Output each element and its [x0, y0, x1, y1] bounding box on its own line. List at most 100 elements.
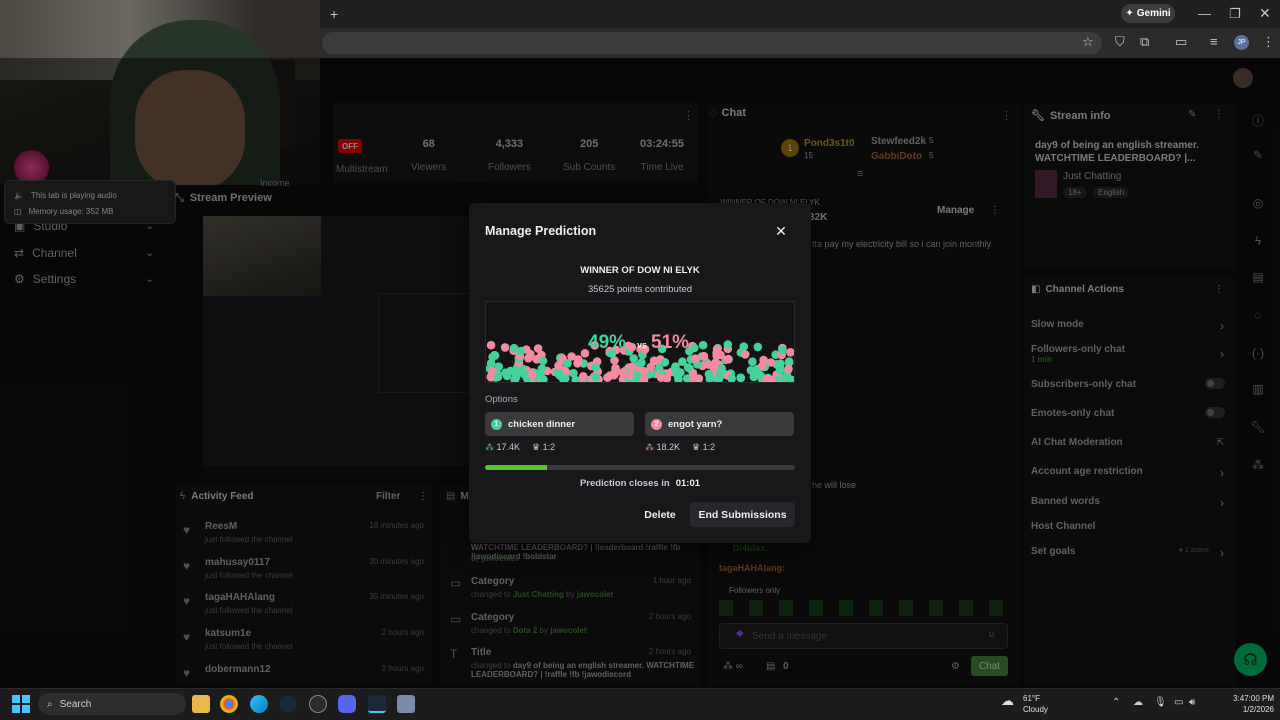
app-icon[interactable]: [309, 695, 327, 713]
prediction-dot: [736, 373, 745, 382]
modal-title: Manage Prediction: [485, 224, 597, 238]
closes-timer: 01:01: [675, 478, 701, 489]
prediction-dot: [633, 371, 642, 380]
prediction-dot: [780, 373, 789, 382]
prediction-dot: [490, 350, 499, 360]
prediction-dot: [537, 364, 547, 373]
prediction-dot: [591, 363, 600, 372]
options-label: Options: [485, 394, 518, 405]
prediction-dot: [784, 357, 794, 366]
option-1-index: 1: [491, 418, 502, 430]
gemini-label: Gemini: [1136, 8, 1171, 19]
prediction-dot: [757, 361, 767, 371]
windows-start-icon[interactable]: [12, 695, 30, 713]
weather-widget[interactable]: ☁ 61°F Cloudy: [1001, 693, 1048, 715]
discord-icon[interactable]: [338, 695, 356, 713]
onedrive-icon[interactable]: ☁: [1133, 697, 1143, 708]
taskbar-clock[interactable]: 3:47:00 PM 1/2/2026: [1200, 693, 1274, 715]
prediction-dot: [563, 359, 572, 368]
prediction-dot: [749, 372, 759, 382]
option-2-label: engot yarn?: [668, 418, 723, 430]
prediction-dot: [762, 374, 771, 382]
prediction-dot: [486, 340, 496, 350]
prediction-dot: [690, 343, 699, 353]
tray-overflow-icon[interactable]: ⌃: [1112, 697, 1120, 708]
points-icon: ⁂: [645, 442, 654, 452]
close-window-icon[interactable]: ✕: [1259, 5, 1271, 22]
file-explorer-icon[interactable]: [192, 695, 210, 713]
minimize-icon[interactable]: —: [1198, 6, 1211, 21]
prediction-dot: [500, 343, 510, 352]
outcome-1-percent: 49%: [588, 332, 627, 353]
maximize-icon[interactable]: ❐: [1229, 6, 1241, 22]
prediction-dot: [506, 366, 515, 376]
cloud-icon: ☁: [1001, 693, 1014, 708]
prediction-dot: [784, 364, 793, 374]
edge-icon[interactable]: [250, 695, 268, 713]
closes-label: Prediction closes in: [579, 478, 670, 489]
network-icon[interactable]: ▭: [1174, 697, 1183, 708]
media-controls-icon[interactable]: ≡: [1210, 34, 1218, 49]
prediction-dot: [649, 356, 659, 365]
prediction-dot: [673, 371, 683, 381]
prediction-question: WINNER OF DOW NI ELYK: [580, 265, 700, 276]
prediction-dot: [723, 340, 733, 349]
option-2-points: 18.2K: [656, 442, 681, 452]
prediction-dot: [716, 350, 725, 360]
prediction-dot: [561, 374, 570, 382]
points-contributed: 35625 points contributed: [587, 284, 693, 295]
steam-icon[interactable]: [279, 695, 297, 713]
prediction-dot: [516, 346, 525, 356]
bookmark-star-icon[interactable]: ☆: [1082, 34, 1094, 50]
close-icon[interactable]: ✕: [774, 223, 788, 239]
prediction-dot: [573, 359, 582, 368]
sparkle-icon: ✦: [1125, 8, 1134, 19]
new-tab-button[interactable]: +: [330, 6, 338, 22]
prediction-dot: [579, 372, 588, 381]
prediction-dot: [698, 340, 708, 350]
prediction-dot: [786, 348, 794, 357]
search-label: Search: [59, 698, 92, 710]
volume-icon[interactable]: 🔊︎: [1189, 697, 1195, 708]
shield-extension-icon[interactable]: ⛉: [1115, 34, 1125, 50]
option-1-stats: ⁂ 17.4K ♛ 1:2: [485, 442, 555, 453]
address-bar[interactable]: [322, 32, 1102, 54]
option-1-card: 1 chicken dinner: [485, 412, 634, 436]
trophy-icon: ♛: [692, 442, 701, 452]
cast-icon[interactable]: ▭: [1175, 34, 1187, 50]
prediction-dot: [660, 358, 670, 367]
prediction-dot: [605, 371, 615, 380]
extensions-icon[interactable]: ⧉: [1140, 34, 1149, 50]
steam-active-icon[interactable]: [368, 695, 386, 713]
taskbar-search[interactable]: ⌕ Search: [38, 693, 186, 715]
gemini-button[interactable]: ✦ Gemini: [1121, 4, 1175, 23]
points-icon: ⁂: [485, 442, 494, 452]
menu-kebab-icon[interactable]: ⋮: [1262, 34, 1275, 50]
prediction-dot: [538, 356, 548, 366]
prediction-dot: [637, 358, 646, 367]
prediction-dot: [778, 345, 787, 355]
prediction-closes-text: Prediction closes in 01:01: [469, 478, 811, 489]
microphone-icon[interactable]: 🎙︎: [1154, 697, 1167, 708]
prediction-dot: [723, 354, 733, 364]
prediction-dot: [526, 349, 535, 359]
prediction-dot: [627, 342, 637, 352]
option-2-card: 2 engot yarn?: [645, 412, 794, 436]
chrome-icon[interactable]: [220, 695, 238, 713]
option-2-index: 2: [651, 418, 662, 430]
prediction-dot: [766, 358, 776, 367]
prediction-dot: [488, 366, 497, 376]
prediction-dot: [554, 361, 563, 370]
calculator-icon[interactable]: [397, 695, 415, 713]
prediction-dot: [699, 351, 709, 361]
prediction-dot: [717, 364, 726, 373]
profile-avatar[interactable]: JP: [1234, 35, 1249, 50]
option-1-label: chicken dinner: [508, 418, 576, 430]
option-2-stats: ⁂ 18.2K ♛ 1:2: [645, 442, 715, 453]
prediction-dot: [704, 369, 714, 379]
clock-time: 3:47:00 PM: [1233, 694, 1274, 703]
outcome-2-percent: 51%: [651, 332, 690, 353]
prediction-visualization: 49% vs 51%: [485, 301, 795, 383]
end-submissions-button[interactable]: End Submissions: [690, 502, 795, 527]
delete-button[interactable]: Delete: [636, 505, 684, 525]
